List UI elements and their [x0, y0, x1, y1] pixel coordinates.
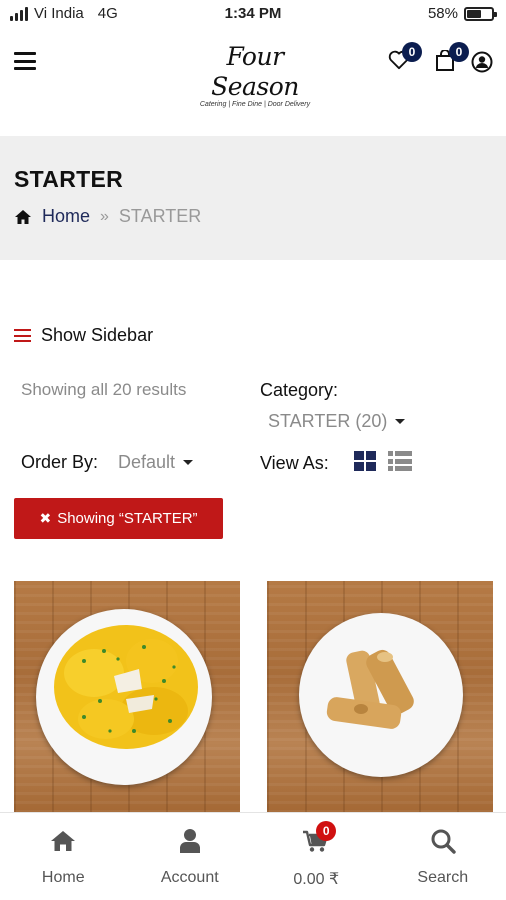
status-right: 58% — [427, 5, 497, 22]
order-by-label: Order By: — [21, 452, 99, 472]
chevron-down-icon — [183, 460, 194, 465]
status-bar: Vi India 4G 1:34 PM 58% — [0, 0, 506, 28]
page-title-band: STARTER Home » STARTER — [0, 136, 506, 260]
product-image-2 — [267, 581, 493, 813]
app-header: Four Season Catering | Fine Dine | Door … — [0, 28, 506, 108]
cart-count-badge: 0 — [449, 42, 469, 62]
close-icon: ✖ — [39, 510, 52, 526]
chevron-down-icon — [395, 419, 406, 424]
nav-home[interactable]: Home — [0, 813, 127, 900]
breadcrumb: Home » STARTER — [14, 206, 201, 227]
nav-account[interactable]: Account — [127, 813, 254, 900]
order-by-value: Default — [118, 452, 176, 472]
battery-percent: 58% — [427, 5, 458, 22]
view-as-label: View As: — [260, 453, 329, 473]
page-title: STARTER — [14, 166, 124, 192]
hamburger-menu-icon[interactable] — [14, 52, 36, 70]
brand-logo[interactable]: Four Season Catering | Fine Dine | Door … — [180, 42, 330, 108]
active-filter-chip[interactable]: ✖ Showing “STARTER” — [14, 498, 223, 539]
food-illustration-2 — [326, 649, 414, 729]
nav-search-label: Search — [417, 869, 469, 886]
product-card-1[interactable] — [14, 581, 240, 813]
cart-count-badge-bottom: 0 — [316, 821, 337, 841]
order-by-dropdown[interactable]: Default — [118, 452, 194, 473]
bottom-navigation: Home Account 0 0.00 ₹ Search — [0, 812, 506, 900]
logo-text: Four Season — [211, 42, 299, 101]
logo-tagline: Catering | Fine Dine | Door Delivery — [199, 101, 311, 108]
show-sidebar-button[interactable]: Show Sidebar — [14, 325, 153, 346]
battery-icon — [464, 6, 497, 21]
filter-chip-label: Showing “STARTER” — [57, 510, 198, 527]
nav-cart-total: 0.00 ₹ — [293, 871, 340, 888]
wishlist-button[interactable]: 0 — [388, 42, 422, 75]
nav-cart[interactable]: 0 0.00 ₹ — [253, 813, 380, 900]
list-view-icon[interactable] — [388, 451, 412, 471]
battery-fill — [467, 9, 481, 18]
category-dropdown[interactable]: STARTER (20) — [268, 411, 406, 432]
nav-search[interactable]: Search — [380, 813, 506, 900]
breadcrumb-home-link[interactable]: Home — [42, 206, 90, 227]
show-sidebar-label: Show Sidebar — [41, 325, 154, 345]
food-illustration-1 — [54, 625, 198, 749]
wishlist-count-badge: 0 — [402, 42, 422, 62]
breadcrumb-current: STARTER — [118, 206, 202, 226]
user-icon — [179, 829, 200, 853]
nav-account-label: Account — [160, 869, 219, 886]
breadcrumb-separator: » — [100, 207, 109, 225]
product-card-2[interactable] — [267, 581, 493, 813]
nav-home-label: Home — [41, 869, 85, 886]
search-icon — [431, 829, 456, 854]
sidebar-menu-icon — [14, 329, 31, 342]
home-icon — [51, 831, 76, 851]
home-small-icon — [15, 209, 31, 224]
category-label: Category: — [260, 380, 339, 400]
user-circle-icon — [471, 51, 493, 73]
cart-header-button[interactable]: 0 — [435, 42, 469, 77]
product-image-1 — [14, 581, 240, 813]
grid-view-icon[interactable] — [354, 451, 376, 471]
account-header-button[interactable] — [471, 51, 493, 78]
category-value: STARTER (20) — [268, 411, 388, 431]
results-count: Showing all 20 results — [21, 380, 187, 399]
